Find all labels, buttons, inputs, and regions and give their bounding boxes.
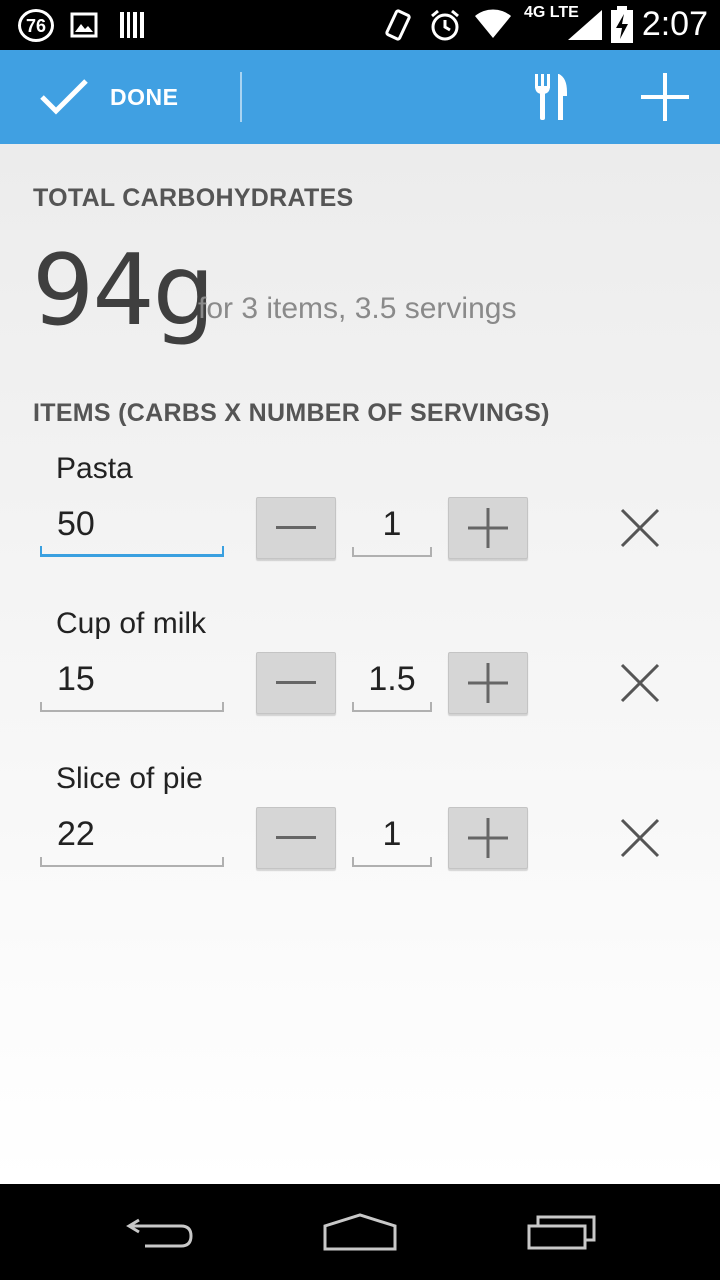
carbs-input[interactable]: 22 (40, 807, 224, 867)
clock: 2:07 (641, 5, 708, 43)
minus-icon (276, 836, 316, 839)
status-bar: 76 4G LTE 2:07 (0, 0, 720, 50)
total-carbs-detail: for 3 items, 3.5 servings (198, 292, 517, 325)
remove-item-button[interactable] (610, 808, 670, 868)
action-bar: DONE (0, 50, 720, 144)
minus-icon (276, 526, 316, 529)
close-icon (620, 818, 660, 858)
list-item: Pasta 50 1 (0, 452, 720, 602)
list-item: Cup of milk 15 1.5 (0, 607, 720, 757)
image-icon (70, 12, 98, 43)
decrease-servings-button[interactable] (256, 497, 336, 559)
plus-icon (468, 508, 508, 548)
done-button[interactable]: DONE (0, 50, 240, 144)
close-icon (620, 508, 660, 548)
carbs-value: 15 (57, 660, 95, 698)
navigation-bar (0, 1184, 720, 1280)
item-name: Pasta (56, 452, 133, 485)
carbs-value: 50 (57, 505, 95, 543)
minus-icon (276, 681, 316, 684)
back-icon (126, 1218, 193, 1248)
items-header: ITEMS (CARBS X NUMBER OF SERVINGS) (33, 399, 550, 427)
servings-value: 1 (382, 505, 402, 543)
food-database-button[interactable] (510, 50, 592, 144)
fork-knife-icon (535, 74, 567, 120)
barcode-icon (118, 10, 146, 45)
list-item: Slice of pie 22 1 (0, 762, 720, 912)
total-carbs-value: 94g (32, 234, 215, 348)
increase-servings-button[interactable] (448, 497, 528, 559)
vibrate-icon (382, 8, 414, 47)
recent-apps-icon (527, 1215, 596, 1250)
back-button[interactable] (90, 1184, 230, 1280)
servings-input[interactable]: 1 (352, 497, 432, 557)
remove-item-button[interactable] (610, 653, 670, 713)
wifi-icon (474, 8, 512, 45)
increase-servings-button[interactable] (448, 652, 528, 714)
home-button[interactable] (290, 1184, 430, 1280)
decrease-servings-button[interactable] (256, 807, 336, 869)
carbs-input[interactable]: 15 (40, 652, 224, 712)
plus-icon (468, 818, 508, 858)
item-name: Cup of milk (56, 607, 207, 640)
battery-charging-icon (610, 6, 634, 49)
carbs-input[interactable]: 50 (40, 497, 224, 557)
action-bar-divider (240, 72, 242, 122)
total-carbs-header: TOTAL CARBOHYDRATES (33, 184, 354, 212)
increase-servings-button[interactable] (448, 807, 528, 869)
signal-icon (566, 8, 604, 47)
close-icon (620, 663, 660, 703)
home-icon (323, 1213, 397, 1251)
servings-value: 1 (382, 815, 402, 853)
check-icon (40, 79, 88, 115)
recent-apps-button[interactable] (492, 1184, 632, 1280)
carbs-value: 22 (57, 815, 95, 853)
remove-item-button[interactable] (610, 498, 670, 558)
plus-icon (641, 73, 689, 121)
item-name: Slice of pie (56, 762, 203, 795)
plus-icon (468, 663, 508, 703)
done-label: DONE (110, 83, 179, 110)
add-item-button[interactable] (620, 50, 710, 144)
notification-badge: 76 (18, 9, 54, 42)
main-content: TOTAL CARBOHYDRATES 94g for 3 items, 3.5… (0, 144, 720, 1184)
decrease-servings-button[interactable] (256, 652, 336, 714)
alarm-icon (428, 8, 462, 47)
servings-input[interactable]: 1 (352, 807, 432, 867)
servings-input[interactable]: 1.5 (352, 652, 432, 712)
servings-value: 1.5 (368, 660, 416, 698)
